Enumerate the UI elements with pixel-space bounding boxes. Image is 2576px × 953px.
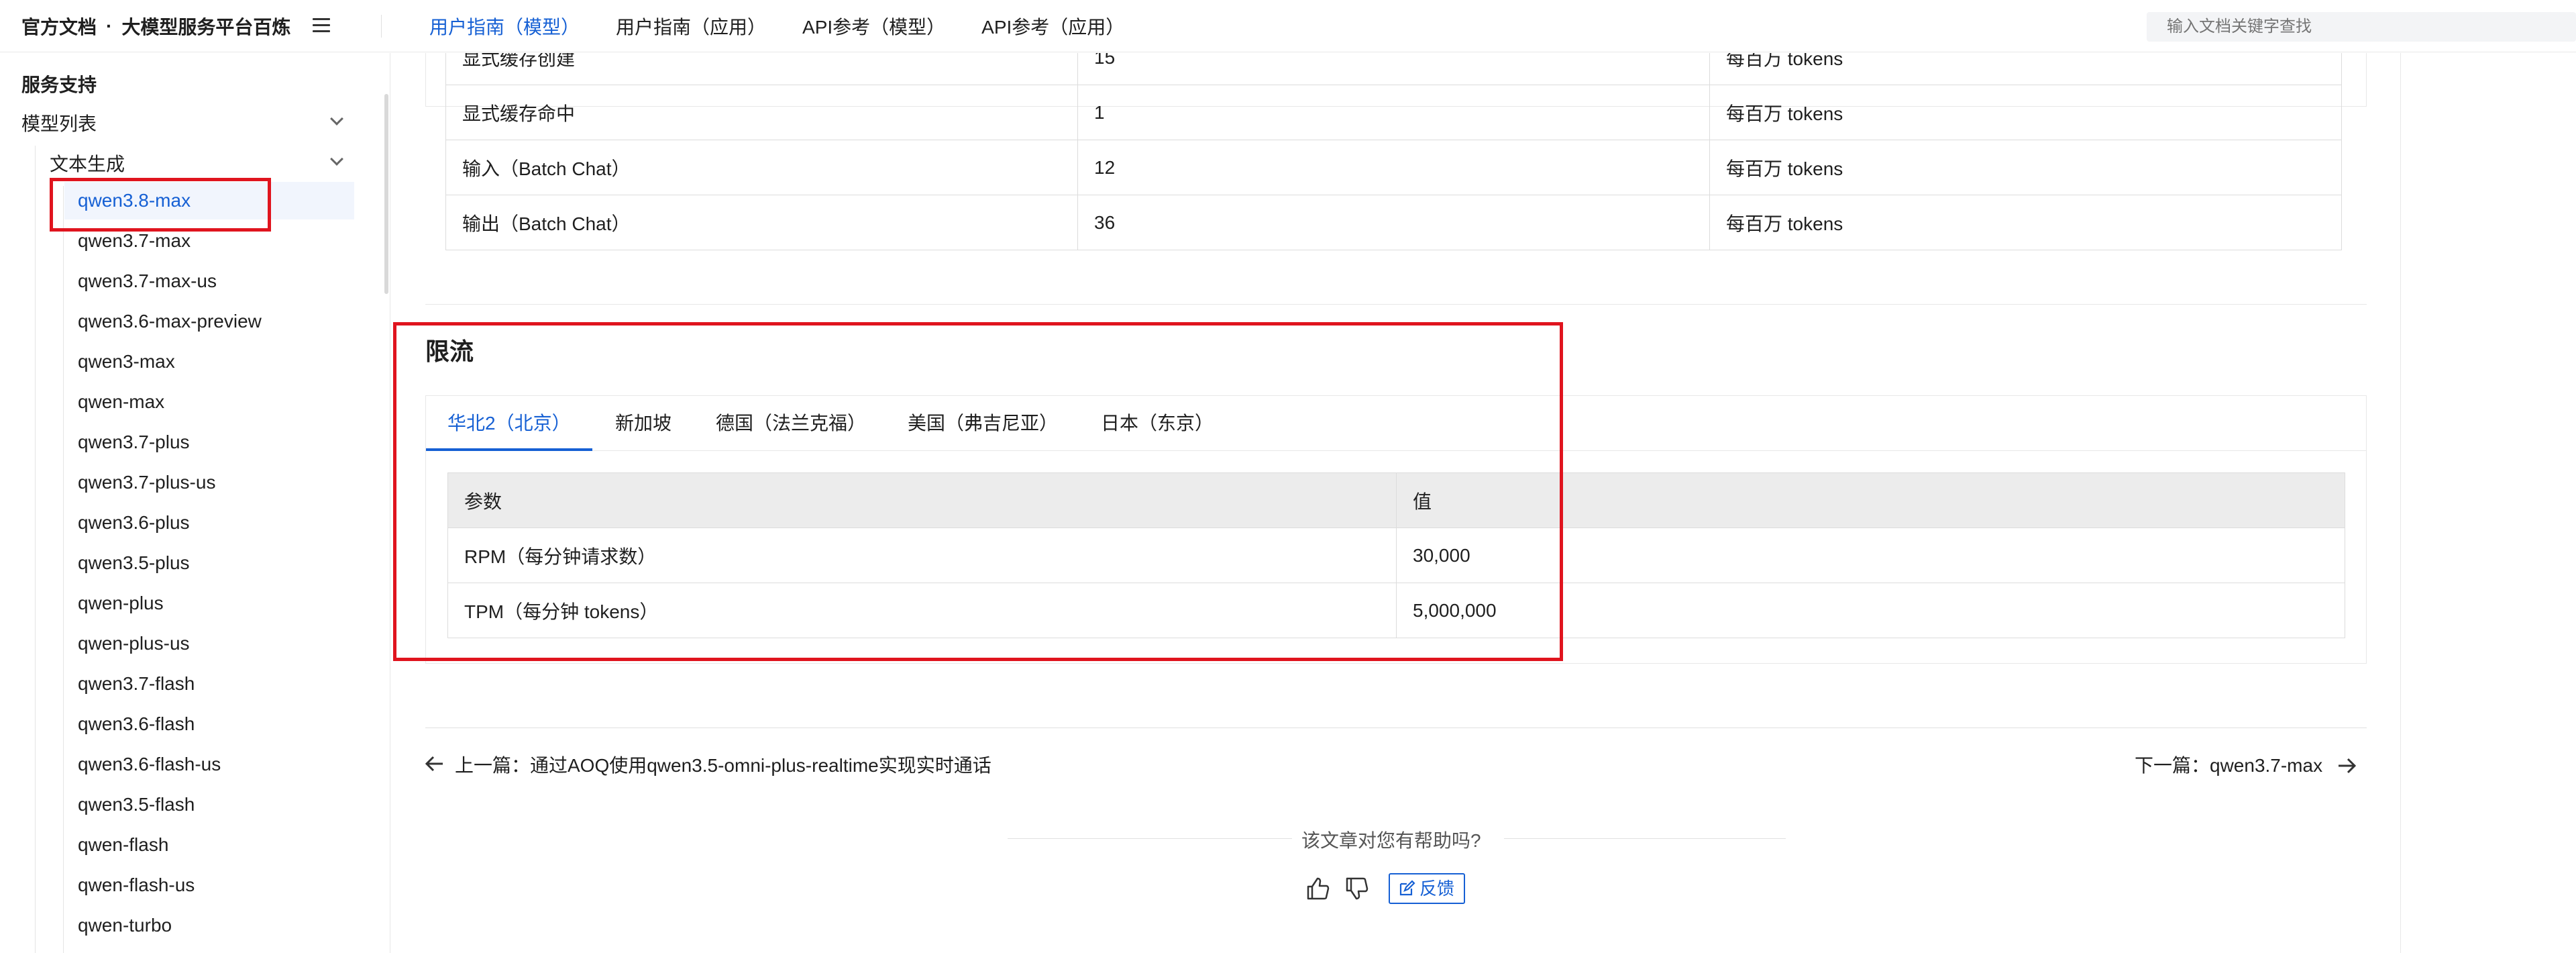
search-input[interactable] — [2147, 12, 2576, 42]
sidebar-item-qwen3.6-plus[interactable]: qwen3.6-plus — [64, 504, 354, 542]
sidebar-item-qwen-flash-us[interactable]: qwen-flash-us — [64, 866, 354, 904]
thumbs-down-icon[interactable] — [1344, 876, 1370, 901]
content-right-border — [2400, 53, 2401, 953]
table-cell: 12 — [1077, 140, 1710, 195]
sidebar-subgroup-text[interactable]: 文本生成 — [50, 150, 125, 177]
sidebar-item-qwen3.7-max-us[interactable]: qwen3.7-max-us — [64, 262, 354, 300]
sidebar-item-qwen-plus-us[interactable]: qwen-plus-us — [64, 625, 354, 662]
sidebar-item-qwen3.5-flash[interactable]: qwen3.5-flash — [64, 786, 354, 823]
table-cell: 每百万 tokens — [1709, 140, 2342, 195]
table-cell: 显式缓存命中 — [445, 85, 1078, 140]
table-cell: 15 — [1077, 53, 1710, 85]
arrow-left-icon — [425, 756, 443, 772]
chevron-down-icon[interactable] — [330, 112, 343, 126]
prev-article-label[interactable]: 上一篇：通过AOQ使用qwen3.5-omni-plus-realtime实现实… — [455, 755, 991, 776]
menu-icon[interactable] — [313, 18, 330, 34]
nav-api-model[interactable]: API参考（模型） — [802, 13, 945, 40]
help-divider-right — [1504, 838, 1786, 839]
sidebar-item-qwen3.5-plus[interactable]: qwen3.5-plus — [64, 544, 354, 582]
thumbs-up-icon[interactable] — [1305, 876, 1331, 901]
highlight-box — [393, 322, 1563, 661]
brand[interactable]: 官方文档 · 大模型服务平台百炼 — [21, 0, 290, 52]
table-cell: 1 — [1077, 85, 1710, 140]
chevron-down-icon[interactable] — [330, 152, 343, 166]
section-divider — [425, 304, 2367, 305]
sidebar-item-qwen3.7-flash[interactable]: qwen3.7-flash — [64, 665, 354, 703]
sidebar-group-models[interactable]: 模型列表 — [21, 109, 97, 136]
nav-user-guide-model[interactable]: 用户指南（模型） — [429, 13, 580, 40]
sidebar-item-qwen3.6-flash[interactable]: qwen3.6-flash — [64, 705, 354, 743]
table-cell: 输出（Batch Chat） — [445, 195, 1078, 250]
header-divider — [381, 15, 382, 38]
table-cell: 每百万 tokens — [1709, 195, 2342, 250]
feedback-label[interactable]: 反馈 — [1419, 879, 1454, 899]
sidebar-item-qwen3.6-max-preview[interactable]: qwen3.6-max-preview — [64, 303, 354, 340]
table-cell: 36 — [1077, 195, 1710, 250]
table-cell: 输入（Batch Chat） — [445, 140, 1078, 195]
sidebar-item-qwen-turbo[interactable]: qwen-turbo — [64, 907, 354, 944]
sidebar-item-qwen-plus[interactable]: qwen-plus — [64, 585, 354, 622]
feedback-button[interactable]: 反馈 — [1389, 873, 1465, 904]
prev-article-link[interactable]: 上一篇：通过AOQ使用qwen3.5-omni-plus-realtime实现实… — [425, 751, 991, 778]
nav-user-guide-app[interactable]: 用户指南（应用） — [616, 13, 766, 40]
top-header: 官方文档 · 大模型服务平台百炼 用户指南（模型） 用户指南（应用） API参考… — [0, 0, 2576, 52]
top-nav: 用户指南（模型） 用户指南（应用） API参考（模型） API参考（应用） — [429, 0, 1161, 52]
table-cell: 每百万 tokens — [1709, 85, 2342, 140]
sidebar-scrollbar[interactable] — [384, 94, 388, 294]
help-divider-left — [1008, 838, 1292, 839]
sidebar-title: 服务支持 — [21, 74, 97, 95]
tree-guide — [35, 146, 36, 953]
next-article-label[interactable]: 下一篇：qwen3.7-max — [2135, 755, 2322, 776]
brand-dot: · — [106, 15, 113, 36]
sidebar-item-qwen3.6-flash-us[interactable]: qwen3.6-flash-us — [64, 746, 354, 783]
table-cell: 每百万 tokens — [1709, 53, 2342, 85]
main-content: 显式缓存创建 15 每百万 tokens 显式缓存命中 1 每百万 tokens 输入（Ba… — [390, 53, 2403, 953]
pricing-table: 显式缓存创建 15 每百万 tokens 显式缓存命中 1 每百万 tokens 输入（Ba… — [445, 53, 2342, 250]
sidebar-item-qwen3.7-plus[interactable]: qwen3.7-plus — [64, 423, 354, 461]
brand-platform[interactable]: 大模型服务平台百炼 — [121, 13, 290, 40]
edit-icon — [1399, 880, 1415, 896]
helpful-question: 该文章对您有帮助吗? — [1301, 830, 1481, 851]
sidebar-item-qwen-flash[interactable]: qwen-flash — [64, 826, 354, 864]
highlight-box — [50, 178, 271, 232]
table-row: 显式缓存创建 15 每百万 tokens — [445, 53, 2342, 85]
tree-guide — [63, 186, 64, 953]
sidebar-item-qwen3.7-plus-us[interactable]: qwen3.7-plus-us — [64, 464, 354, 501]
table-row: 显式缓存命中 1 每百万 tokens — [445, 85, 2342, 140]
table-cell: 显式缓存创建 — [445, 53, 1078, 85]
sidebar-item-qwen-max[interactable]: qwen-max — [64, 383, 354, 421]
nav-api-app[interactable]: API参考（应用） — [981, 13, 1124, 40]
table-row: 输出（Batch Chat） 36 每百万 tokens — [445, 195, 2342, 250]
brand-docs[interactable]: 官方文档 — [21, 13, 97, 40]
next-article-link[interactable]: 下一篇：qwen3.7-max — [2135, 751, 2356, 778]
sidebar-item-qwen3-max[interactable]: qwen3-max — [64, 343, 354, 381]
arrow-right-icon — [2338, 758, 2356, 774]
table-row: 输入（Batch Chat） 12 每百万 tokens — [445, 140, 2342, 195]
